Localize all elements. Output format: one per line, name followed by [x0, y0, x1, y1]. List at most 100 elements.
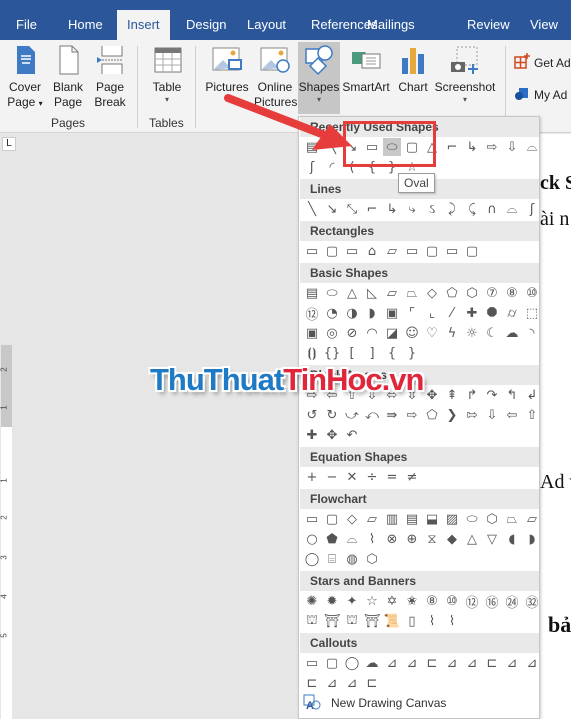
- shape-item[interactable]: ▢: [463, 242, 481, 260]
- shape-item[interactable]: ⑯: [483, 592, 501, 611]
- tab-review[interactable]: Review: [457, 10, 520, 40]
- shape-item[interactable]: ⇞: [443, 386, 461, 404]
- shape-item[interactable]: ↳: [383, 200, 401, 218]
- shape-item[interactable]: ⛫: [303, 612, 321, 630]
- shape-item[interactable]: ⬭: [323, 284, 341, 302]
- shape-item[interactable]: ⬟: [323, 530, 341, 548]
- shape-item[interactable]: ]: [363, 344, 381, 362]
- shape-item[interactable]: ◇: [343, 510, 361, 528]
- down-arrow-shape[interactable]: ⇩: [503, 138, 521, 156]
- shape-item[interactable]: ⇦: [503, 406, 521, 424]
- shape-item[interactable]: =: [383, 468, 401, 486]
- shape-item[interactable]: ⏢: [503, 510, 521, 528]
- shape-item[interactable]: ⌞: [423, 304, 441, 322]
- shape-item[interactable]: ⌇: [363, 530, 381, 548]
- shape-item[interactable]: ⊿: [523, 654, 539, 672]
- page-break-button[interactable]: Page Break: [92, 44, 128, 110]
- shape-item[interactable]: ⤺: [363, 406, 381, 424]
- shape-item[interactable]: ▯: [403, 612, 421, 630]
- shape-item[interactable]: ✹: [323, 592, 341, 610]
- shape-item[interactable]: ⌭: [503, 304, 521, 322]
- shape-item[interactable]: ⊿: [503, 654, 521, 672]
- shape-item[interactable]: ⏢: [403, 284, 421, 302]
- shape-item[interactable]: ⊿: [383, 654, 401, 672]
- get-addins-button[interactable]: Get Ad: [514, 53, 571, 72]
- shape-item[interactable]: ⑫: [463, 592, 481, 611]
- shape-item[interactable]: ◺: [363, 284, 381, 302]
- shape-item[interactable]: ↰: [503, 386, 521, 404]
- shape-item[interactable]: ▭: [303, 510, 321, 528]
- shape-item[interactable]: 📜: [383, 612, 401, 630]
- shape-item[interactable]: ▢: [423, 242, 441, 260]
- shape-item[interactable]: ▣: [303, 324, 321, 342]
- line-shape[interactable]: ╲: [323, 138, 341, 156]
- shape-item[interactable]: ◯: [303, 550, 321, 568]
- shape-item[interactable]: ▢: [323, 510, 341, 528]
- shape-item[interactable]: ▣: [383, 304, 401, 322]
- tab-design[interactable]: Design: [176, 10, 236, 40]
- shape-item[interactable]: ⤻: [343, 406, 361, 424]
- shape-item[interactable]: ✕: [343, 468, 361, 486]
- shape-item[interactable]: ▤: [303, 284, 321, 302]
- shape-item[interactable]: ⌇: [423, 612, 441, 630]
- tab-layout[interactable]: Layout: [237, 10, 296, 40]
- shape-item[interactable]: ⇩: [483, 406, 501, 424]
- shape-item[interactable]: ⑦: [483, 284, 501, 302]
- online-pictures-button[interactable]: Online Pictures: [254, 44, 297, 110]
- shape-item[interactable]: ▱: [363, 510, 381, 528]
- shape-item[interactable]: ⊏: [363, 674, 381, 692]
- shape-item[interactable]: ⛫: [343, 612, 361, 630]
- shape-item[interactable]: ⬡: [363, 550, 381, 568]
- shape-item[interactable]: [: [343, 344, 361, 362]
- shape-item[interactable]: ☺: [403, 324, 421, 342]
- shape-item[interactable]: ⬡: [463, 284, 481, 302]
- blank-page-button[interactable]: Blank Page: [50, 44, 86, 110]
- shape-item[interactable]: ⬠: [423, 406, 441, 424]
- shape-item[interactable]: ⬓: [423, 510, 441, 528]
- shape-item[interactable]: ⇨: [403, 406, 421, 424]
- shape-item[interactable]: ☼: [463, 324, 481, 342]
- shape-item[interactable]: ↷: [483, 386, 501, 404]
- shape-item[interactable]: ÷: [363, 468, 381, 486]
- shape-item[interactable]: ◠: [363, 324, 381, 342]
- shape-item[interactable]: ⑩: [443, 592, 461, 610]
- shape-item[interactable]: ⊿: [343, 674, 361, 692]
- shape-item[interactable]: ⌜: [403, 304, 421, 322]
- shape-item[interactable]: ⊿: [463, 654, 481, 672]
- shape-item[interactable]: ≠: [403, 468, 421, 486]
- shape-item[interactable]: ▽: [483, 530, 501, 548]
- shape-item[interactable]: ◎: [323, 324, 341, 342]
- shape-item[interactable]: ⤡: [343, 200, 361, 218]
- shape-item[interactable]: ↶: [343, 426, 361, 444]
- shape-item[interactable]: {: [383, 344, 401, 362]
- shape-item[interactable]: ⊿: [323, 674, 341, 692]
- shape-item[interactable]: {}: [323, 344, 341, 362]
- shape-item[interactable]: ⬚: [523, 304, 539, 322]
- shape-item[interactable]: ⁄: [443, 304, 461, 322]
- shape-item[interactable]: ⊗: [383, 530, 401, 548]
- shape-item[interactable]: ↻: [323, 406, 341, 424]
- my-addins-button[interactable]: My Ad: [514, 85, 567, 104]
- shape-item[interactable]: ▭: [443, 242, 461, 260]
- shape-item[interactable]: ◗: [523, 530, 539, 548]
- shape-item[interactable]: ⑧: [503, 284, 521, 302]
- shape-item[interactable]: ▢: [323, 654, 341, 672]
- shape-item[interactable]: ♡: [423, 324, 441, 342]
- shape-item[interactable]: ▥: [383, 510, 401, 528]
- scribble-shape[interactable]: ʃ: [303, 158, 321, 176]
- shape-item[interactable]: ▨: [443, 510, 461, 528]
- shape-item[interactable]: ⇰: [463, 406, 481, 424]
- screenshot-button[interactable]: Screenshot ▾: [434, 44, 496, 105]
- chart-button[interactable]: Chart: [394, 44, 432, 95]
- tab-view[interactable]: View: [520, 10, 568, 40]
- shape-item[interactable]: ㉔: [503, 592, 521, 611]
- shape-item[interactable]: ○: [303, 530, 321, 548]
- shape-item[interactable]: ↺: [303, 406, 321, 424]
- shape-item[interactable]: ◗: [363, 304, 381, 322]
- shape-item[interactable]: ▢: [323, 242, 341, 260]
- shape-item[interactable]: ▱: [383, 242, 401, 260]
- tab-file[interactable]: File: [6, 10, 47, 40]
- shape-item[interactable]: ↲: [523, 386, 539, 404]
- shape-item[interactable]: +: [303, 468, 321, 486]
- shape-item[interactable]: ⛩: [323, 612, 341, 630]
